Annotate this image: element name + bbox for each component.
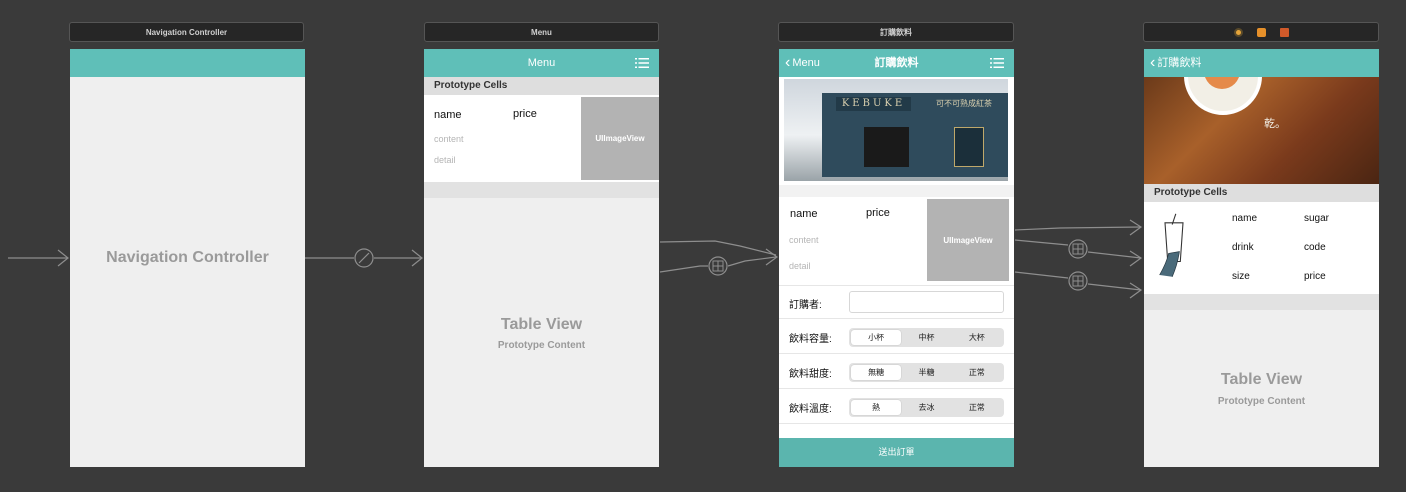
- cell-name-label: name: [790, 208, 818, 220]
- orderer-input[interactable]: [849, 291, 1004, 313]
- size-option-large[interactable]: 大杯: [952, 330, 1002, 345]
- orderer-label: 訂購者:: [789, 300, 822, 311]
- orderer-row: 訂購者:: [779, 285, 1014, 319]
- view-controller-icon[interactable]: [1233, 27, 1243, 37]
- size-option-small[interactable]: 小杯: [851, 330, 902, 345]
- scene-bar-navigation-controller[interactable]: Navigation Controller: [69, 22, 304, 42]
- nav-title: Menu: [527, 57, 556, 69]
- cell-name-label: name: [1232, 213, 1258, 224]
- scene-bar-order-list[interactable]: [1143, 22, 1379, 42]
- segue-icon-root[interactable]: [354, 248, 374, 268]
- sweet-label: 飲料甜度:: [789, 369, 832, 380]
- cell-price-label: price: [866, 207, 890, 219]
- shop-sign-chinese: 可不可熟成紅茶: [936, 99, 992, 108]
- banner-divider: [779, 185, 1014, 197]
- shop-door: [954, 127, 984, 167]
- temp-row: 飲料溫度: 熱 去冰 正常: [779, 390, 1014, 424]
- scene-bar-title: Menu: [531, 27, 552, 37]
- exit-icon[interactable]: [1279, 27, 1289, 37]
- table-cell[interactable]: name price content detail UIImageView: [424, 95, 659, 182]
- navigation-bar[interactable]: ‹ Menu 訂購飲料: [779, 49, 1014, 77]
- table-separator: [424, 182, 659, 198]
- sweet-option-half[interactable]: 半糖: [901, 365, 951, 380]
- sweet-segmented-control[interactable]: 無糖 半糖 正常: [849, 363, 1004, 382]
- scene-bar-order[interactable]: 訂購飲料: [778, 22, 1014, 42]
- image-view-label: UIImageView: [595, 134, 645, 143]
- cell-detail-label: detail: [434, 155, 456, 165]
- cell-image-view: UIImageView: [581, 97, 659, 180]
- temp-option-normal[interactable]: 正常: [952, 400, 1002, 415]
- submit-order-button[interactable]: 送出訂單: [779, 438, 1014, 467]
- table-separator: [1144, 294, 1379, 310]
- sweet-row: 飲料甜度: 無糖 半糖 正常: [779, 355, 1014, 389]
- table-view-title: Table View: [1220, 371, 1303, 388]
- scene-bar-menu[interactable]: Menu: [424, 22, 659, 42]
- navigation-bar[interactable]: Menu: [424, 49, 659, 77]
- cell-price-label: price: [1304, 271, 1326, 282]
- temp-option-hot[interactable]: 熱: [851, 400, 902, 415]
- image-view-label: UIImageView: [943, 235, 993, 245]
- scene-bar-title: Navigation Controller: [145, 27, 228, 37]
- cell-content-label: content: [789, 235, 819, 245]
- cell-drink-label: drink: [1232, 242, 1254, 253]
- size-label: 飲料容量:: [789, 334, 832, 345]
- screen-menu[interactable]: Menu Prototype Cells name price content …: [424, 49, 659, 467]
- size-segmented-control[interactable]: 小杯 中杯 大杯: [849, 328, 1004, 347]
- size-row: 飲料容量: 小杯 中杯 大杯: [779, 320, 1014, 354]
- list-icon[interactable]: [990, 57, 1004, 69]
- table-view-subtitle: Prototype Content: [1217, 396, 1306, 407]
- segue-icon-show-1[interactable]: [708, 256, 728, 276]
- segue-icon-show-2[interactable]: [1068, 239, 1088, 259]
- cell-image-view: UIImageView: [927, 199, 1009, 281]
- sweet-option-none[interactable]: 無糖: [851, 365, 902, 380]
- segue-icon-show-3[interactable]: [1068, 271, 1088, 291]
- list-icon[interactable]: [635, 57, 649, 69]
- screen-order[interactable]: ‹ Menu 訂購飲料 KEBUKE 可不可熟成紅茶 name price co…: [779, 49, 1014, 467]
- drink-cup-icon: [1159, 213, 1184, 277]
- temp-label: 飲料溫度:: [789, 404, 832, 415]
- prototype-cells-header: Prototype Cells: [424, 77, 659, 95]
- sweet-option-normal[interactable]: 正常: [952, 365, 1002, 380]
- cell-sugar-label: sugar: [1304, 213, 1330, 224]
- back-button-label: 訂購飲料: [1157, 57, 1202, 69]
- order-item-cell[interactable]: name price content detail UIImageView: [779, 197, 1014, 285]
- chevron-left-icon: ‹: [1150, 54, 1156, 71]
- table-view-title: Table View: [500, 316, 583, 333]
- temp-option-no-ice[interactable]: 去冰: [901, 400, 951, 415]
- shop-window: [864, 127, 909, 167]
- navigation-bar[interactable]: [70, 49, 305, 77]
- cell-detail-label: detail: [789, 261, 811, 271]
- shop-sign: KEBUKE: [836, 97, 911, 111]
- table-view-subtitle: Prototype Content: [497, 340, 586, 351]
- first-responder-icon[interactable]: [1256, 27, 1266, 37]
- prototype-cells-header: Prototype Cells: [1144, 184, 1379, 202]
- navigation-controller-label: Navigation Controller: [106, 249, 269, 266]
- order-list-cell[interactable]: name sugar drink code size price: [1144, 202, 1379, 294]
- promo-banner-image: 乾。: [1144, 77, 1379, 184]
- cell-size-label: size: [1232, 271, 1250, 282]
- cell-code-label: code: [1304, 242, 1326, 253]
- cell-content-label: content: [434, 134, 464, 144]
- scene-bar-title: 訂購飲料: [880, 27, 912, 37]
- cell-name-label: name: [434, 109, 462, 121]
- back-button[interactable]: ‹ 訂購飲料: [1150, 49, 1201, 77]
- banner-text: 乾。: [1264, 117, 1286, 130]
- size-option-medium[interactable]: 中杯: [901, 330, 951, 345]
- navigation-bar[interactable]: ‹ 訂購飲料: [1144, 49, 1379, 77]
- screen-order-list[interactable]: ‹ 訂購飲料 乾。 Prototype Cells name sugar dri…: [1144, 49, 1379, 467]
- temp-segmented-control[interactable]: 熱 去冰 正常: [849, 398, 1004, 417]
- screen-navigation-controller[interactable]: Navigation Controller: [70, 49, 305, 467]
- shop-banner-image: KEBUKE 可不可熟成紅茶: [784, 79, 1008, 181]
- cell-price-label: price: [513, 108, 537, 120]
- nav-title: 訂購飲料: [874, 57, 919, 69]
